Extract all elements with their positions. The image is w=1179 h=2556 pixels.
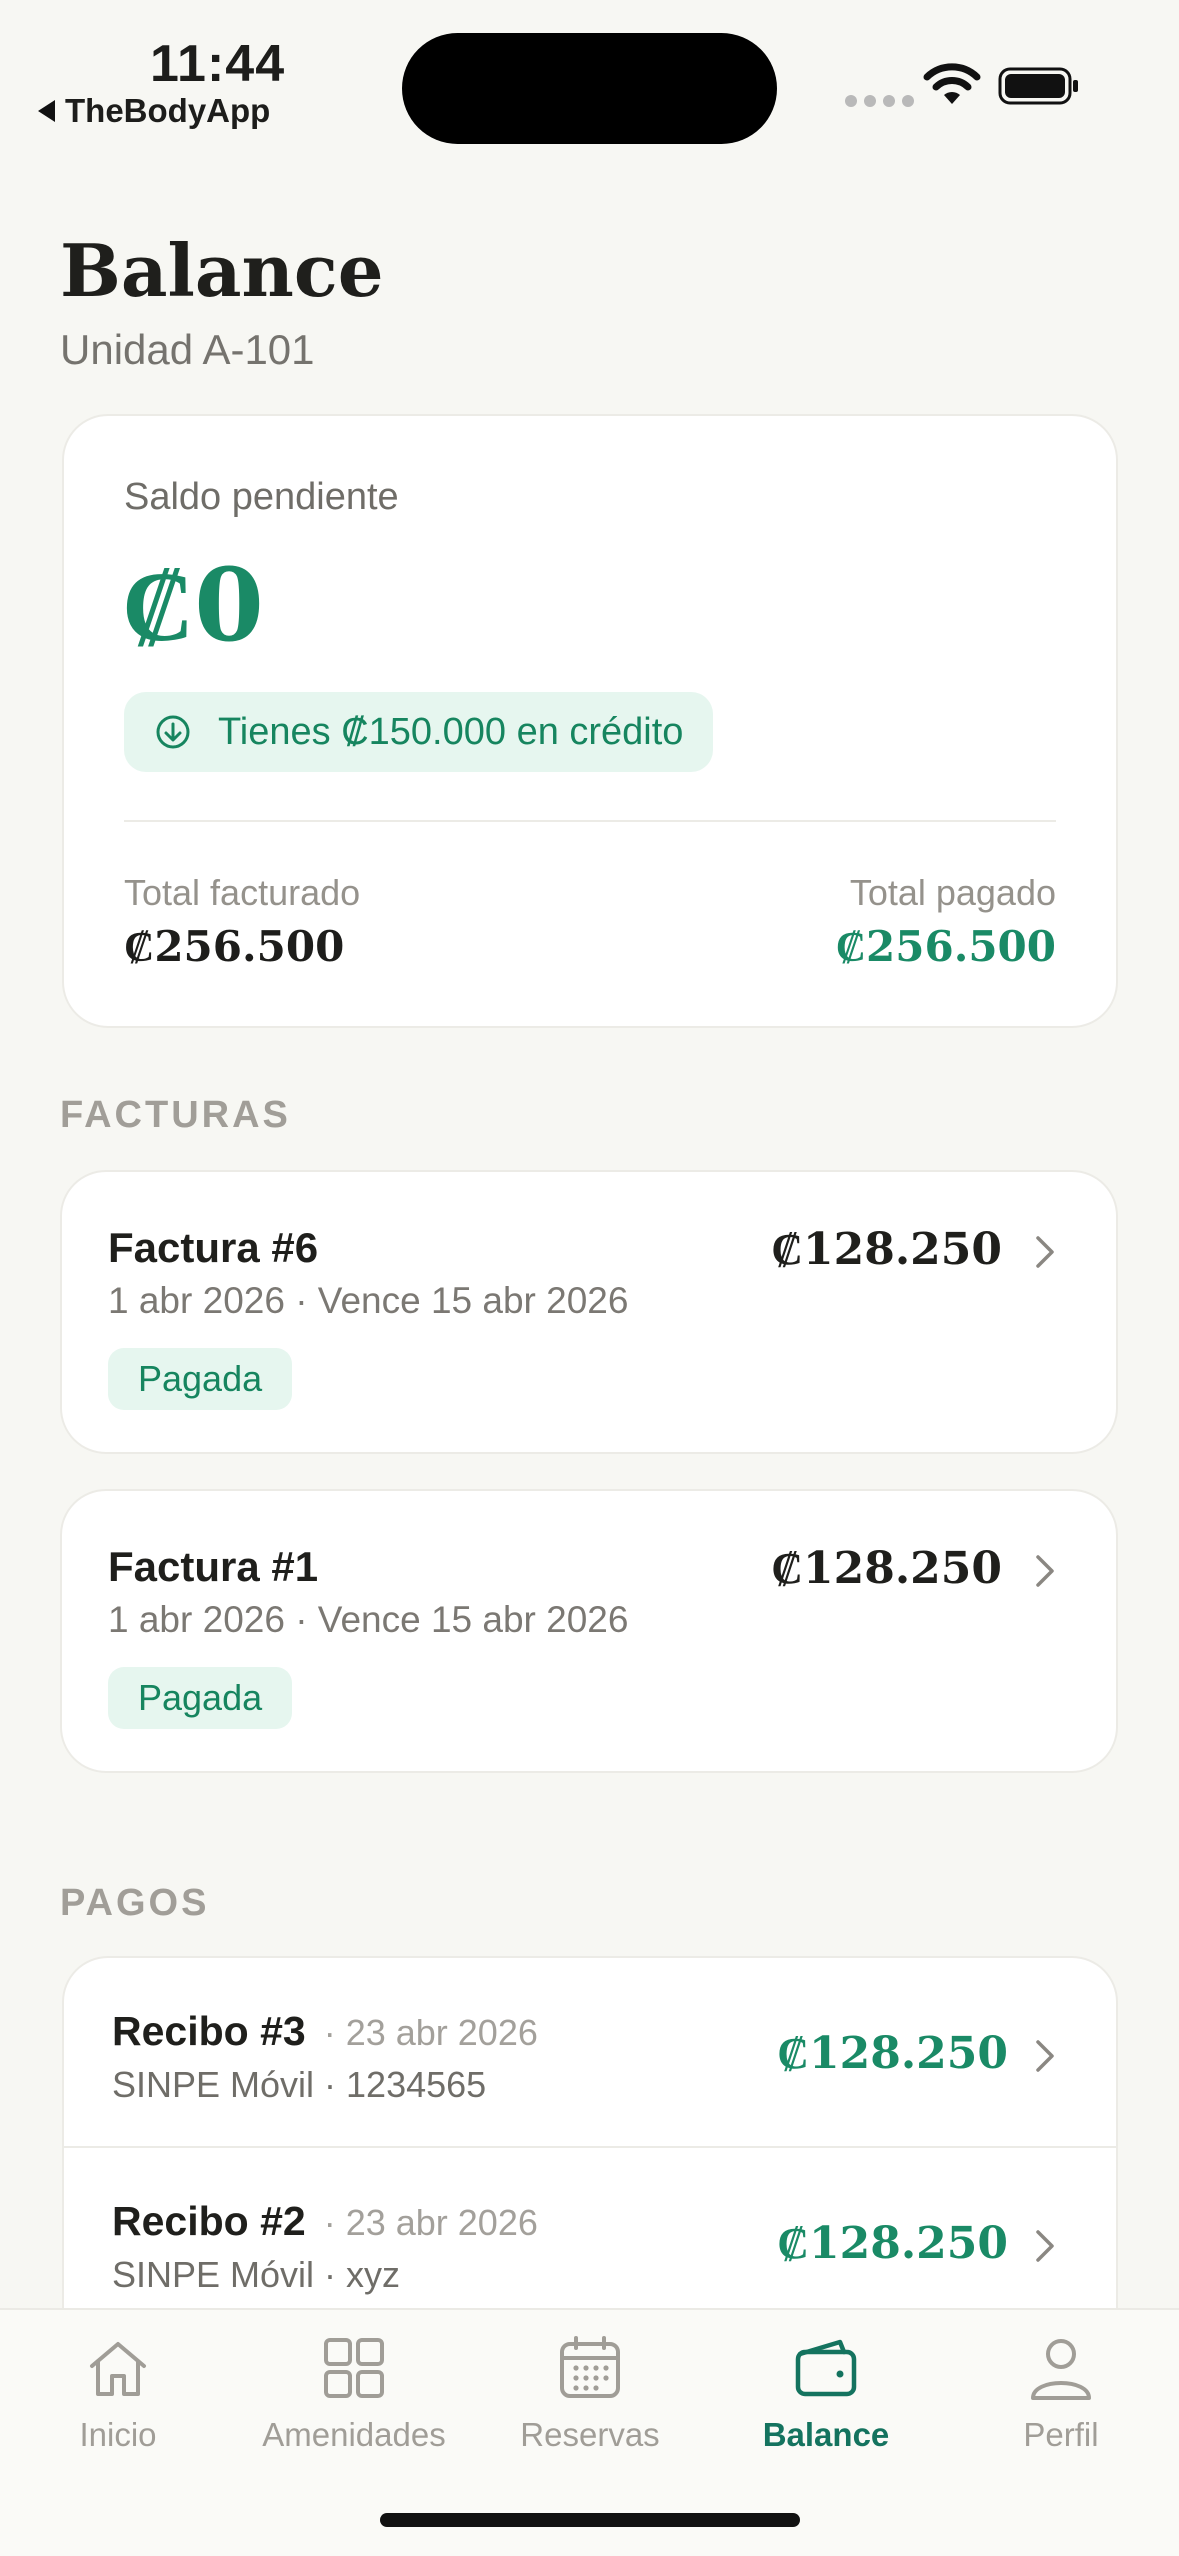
tab-label: Balance (762, 2416, 890, 2453)
person-icon (1031, 2339, 1091, 2400)
grid-icon (324, 2338, 384, 2398)
unit-subtitle: Unidad A-101 (60, 326, 315, 373)
summary-divider (124, 820, 1056, 822)
status-badge: Pagada (108, 1667, 293, 1729)
pending-balance-label: Saldo pendiente (124, 476, 399, 518)
chevron-right-icon (1036, 2230, 1054, 2262)
balance-summary-card: Saldo pendiente ₡0 Tienes ₡150.000 en cr… (62, 414, 1118, 1028)
receipt-date: · 23 abr 2026 (323, 2012, 538, 2053)
payment-amount: ₡128.250 (777, 2218, 1008, 2269)
total-paid: Total pagado ₡256.500 (836, 872, 1056, 972)
receipt-date: · 23 abr 2026 (323, 2202, 538, 2243)
pending-balance-value: ₡0 (122, 546, 264, 664)
total-billed: Total facturado ₡256.500 (124, 872, 360, 972)
arrow-down-circle-icon (156, 715, 190, 749)
total-paid-value: ₡256.500 (835, 922, 1056, 971)
credit-badge: Tienes ₡150.000 en crédito (124, 692, 714, 772)
invoice-amount: ₡128.250 (771, 1543, 1002, 1594)
wallet-icon (795, 2339, 857, 2397)
invoice-amount: ₡128.250 (771, 1224, 1002, 1275)
tab-perfil[interactable]: Perfil (943, 2332, 1179, 2454)
home-indicator[interactable] (380, 2513, 800, 2527)
payment-row[interactable]: Recibo #2 · 23 abr 2026 SINPE Móvil · xyz… (64, 2146, 1116, 2334)
tab-label: Perfil (1023, 2416, 1099, 2453)
tab-label: Amenidades (262, 2416, 446, 2453)
total-paid-label: Total pagado (849, 872, 1056, 913)
battery-icon (998, 67, 1078, 105)
total-billed-label: Total facturado (124, 872, 361, 913)
invoice-name: Factura #6 (108, 1224, 319, 1271)
invoices-section-title: FACTURAS (60, 1094, 291, 1136)
total-billed-value: ₡256.500 (124, 922, 345, 971)
chevron-right-icon (1036, 2040, 1054, 2072)
chevron-right-icon (1036, 1555, 1054, 1587)
tab-reservas[interactable]: Reservas (472, 2332, 708, 2454)
credit-text: Tienes ₡150.000 en crédito (218, 710, 684, 753)
invoice-dates: 1 abr 2026 · Vence 15 abr 2026 (108, 1599, 629, 1640)
payment-method: SINPE Móvil · xyz (112, 2254, 401, 2295)
back-to-app-button[interactable]: TheBodyApp (38, 92, 270, 130)
invoice-name: Factura #1 (108, 1543, 319, 1590)
cellular-signal-icon (845, 95, 914, 107)
payment-method: SINPE Móvil · 1234565 (112, 2064, 487, 2105)
calendar-icon (560, 2336, 620, 2398)
receipt-name: Recibo #2 · 23 abr 2026 (112, 2198, 538, 2244)
invoice-dates: 1 abr 2026 · Vence 15 abr 2026 (108, 1280, 629, 1321)
status-badge: Pagada (108, 1348, 293, 1410)
invoice-card[interactable]: Factura #1 1 abr 2026 · Vence 15 abr 202… (60, 1489, 1118, 1773)
back-app-label: TheBodyApp (65, 92, 271, 129)
receipt-name: Recibo #3 · 23 abr 2026 (112, 2008, 538, 2054)
home-icon (90, 2342, 146, 2396)
tab-balance[interactable]: Balance (708, 2332, 944, 2454)
chevron-right-icon (1036, 1236, 1054, 1268)
tab-amenidades[interactable]: Amenidades (236, 2332, 472, 2454)
tab-label: Reservas (520, 2416, 660, 2453)
payments-section-title: PAGOS (60, 1882, 210, 1924)
payment-row[interactable]: Recibo #3 · 23 abr 2026 SINPE Móvil · 123… (64, 1958, 1116, 2146)
payment-amount: ₡128.250 (777, 2028, 1008, 2079)
wifi-icon (923, 63, 981, 104)
back-arrow-icon (38, 100, 55, 122)
invoice-card[interactable]: Factura #6 1 abr 2026 · Vence 15 abr 202… (60, 1170, 1118, 1454)
tab-label: Inicio (79, 2416, 157, 2453)
page-title: Balance (60, 228, 384, 313)
status-time: 11:44 (150, 35, 286, 93)
status-bar: 11:44 TheBodyApp (0, 0, 1179, 150)
dynamic-island (402, 33, 777, 144)
tab-inicio[interactable]: Inicio (0, 2332, 236, 2454)
